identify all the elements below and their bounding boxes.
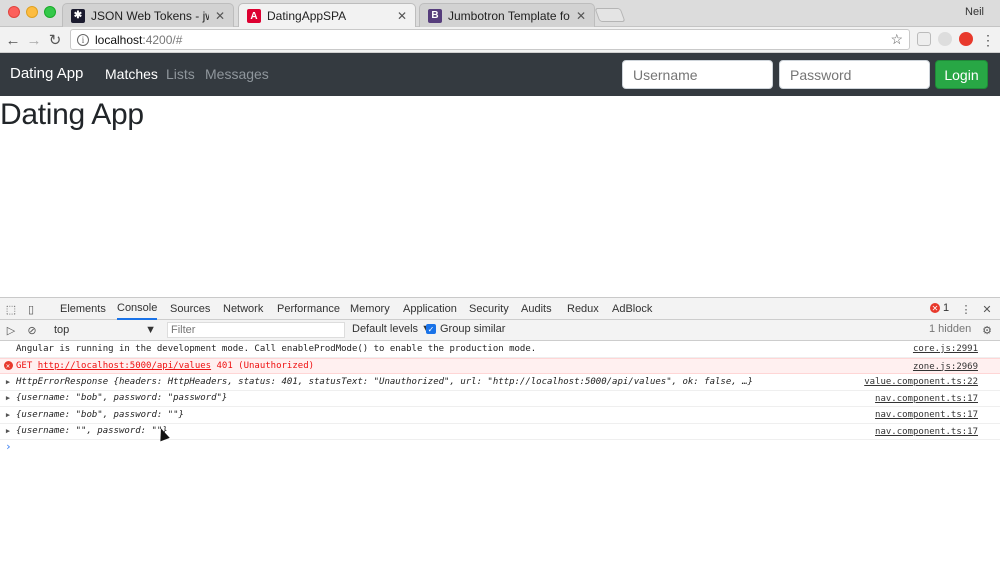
username-input[interactable] [622, 60, 773, 89]
menu-kebab-icon[interactable]: ⋮ [978, 30, 998, 50]
nav-matches[interactable]: Matches [105, 66, 158, 82]
nav-lists[interactable]: Lists [166, 66, 195, 82]
source-link[interactable]: nav.component.ts:17 [875, 394, 978, 404]
tab-console[interactable]: Console [117, 298, 158, 320]
page-title: Dating App [0, 98, 144, 131]
minimize-window-button[interactable] [26, 6, 38, 18]
device-toolbar-icon[interactable]: ▯ [24, 302, 38, 316]
tab-sources[interactable]: Sources [170, 298, 210, 320]
reload-icon[interactable]: ↻ [45, 30, 65, 50]
maximize-window-button[interactable] [44, 6, 56, 18]
source-link[interactable]: nav.component.ts:17 [875, 427, 978, 437]
password-input[interactable] [779, 60, 930, 89]
console-filter-input[interactable] [167, 322, 345, 338]
context-select[interactable]: top ▼ [50, 322, 160, 338]
bookmark-star-icon[interactable]: ☆ [890, 31, 903, 48]
inspect-element-icon[interactable]: ⬚ [4, 302, 18, 316]
browser-window: ✱ JSON Web Tokens - jwt.io ✕ A DatingApp… [0, 0, 1000, 561]
tab-security[interactable]: Security [469, 298, 509, 320]
new-tab-button[interactable] [594, 8, 626, 22]
app-navbar: Dating App Matches Lists Messages Login [0, 53, 1000, 96]
tab-jwt[interactable]: ✱ JSON Web Tokens - jwt.io ✕ [62, 3, 234, 27]
tab-elements[interactable]: Elements [60, 298, 106, 320]
expand-triangle-icon[interactable]: ▶ [0, 378, 16, 386]
console-message: Angular is running in the development mo… [0, 341, 1000, 358]
hidden-count: 1 hidden [929, 323, 972, 335]
profile-name[interactable]: Neil [965, 6, 984, 18]
opera-extension-icon[interactable] [959, 32, 973, 46]
tab-adblock[interactable]: AdBlock [612, 298, 652, 320]
tab-memory[interactable]: Memory [350, 298, 390, 320]
tab-redux[interactable]: Redux [567, 298, 599, 320]
error-url[interactable]: http://localhost:5000/api/values [38, 361, 211, 371]
address-bar[interactable]: i localhost:4200/# ☆ [70, 29, 910, 50]
browser-toolbar: ← → ↻ i localhost:4200/# ☆ ⋮ [0, 27, 1000, 53]
angular-icon: A [247, 9, 261, 23]
nav-messages[interactable]: Messages [205, 66, 269, 82]
console-object-row[interactable]: ▶ {username: "bob", password: ""} nav.co… [0, 407, 1000, 424]
extension-icon[interactable] [938, 32, 952, 46]
back-icon[interactable]: ← [3, 30, 23, 50]
forward-icon[interactable]: → [24, 30, 44, 50]
error-icon: ✕ [930, 303, 940, 313]
console-prompt[interactable]: › [0, 440, 1000, 454]
tab-audits[interactable]: Audits [521, 298, 552, 320]
source-link[interactable]: zone.js:2969 [913, 362, 978, 372]
bootstrap-icon: B [428, 8, 442, 23]
close-tab-icon[interactable]: ✕ [215, 9, 225, 23]
error-suffix: 401 (Unauthorized) [211, 360, 315, 371]
console-error: ✕ GET http://localhost:5000/api/values 4… [0, 357, 1000, 374]
extension-icon[interactable] [917, 32, 931, 46]
tab-strip: ✱ JSON Web Tokens - jwt.io ✕ A DatingApp… [0, 0, 1000, 28]
tab-application[interactable]: Application [403, 298, 457, 320]
expand-triangle-icon[interactable]: ▶ [0, 394, 16, 402]
console-object-row[interactable]: ▶ {username: "", password: ""} nav.compo… [0, 424, 1000, 440]
error-icon: ✕ [3, 361, 13, 371]
group-similar-toggle[interactable]: ✓ Group similar [426, 323, 505, 335]
devtools-tab-bar: ⬚ ▯ Elements Console Sources Network Per… [0, 298, 1000, 320]
expand-triangle-icon[interactable]: ▶ [0, 427, 16, 435]
close-tab-icon[interactable]: ✕ [397, 9, 407, 23]
close-window-button[interactable] [8, 6, 20, 18]
login-button[interactable]: Login [935, 60, 988, 89]
tab-jumbotron[interactable]: B Jumbotron Template for Boots ✕ [419, 3, 595, 27]
expand-triangle-icon[interactable]: ▶ [0, 411, 16, 419]
source-link[interactable]: core.js:2991 [913, 344, 978, 354]
console-output: Angular is running in the development mo… [0, 341, 1000, 454]
brand-link[interactable]: Dating App [10, 65, 83, 82]
console-object-row[interactable]: ▶ HttpErrorResponse {headers: HttpHeader… [0, 374, 1000, 391]
close-tab-icon[interactable]: ✕ [576, 9, 586, 23]
tab-performance[interactable]: Performance [277, 298, 340, 320]
devtools-panel: ⬚ ▯ Elements Console Sources Network Per… [0, 297, 1000, 561]
jwt-icon: ✱ [71, 8, 85, 23]
error-prefix: GET [16, 360, 38, 371]
close-devtools-icon[interactable]: ✕ [980, 302, 994, 316]
info-icon[interactable]: i [77, 33, 89, 46]
devtools-menu-icon[interactable]: ⋮ [959, 302, 973, 316]
clear-console-icon[interactable]: ⊘ [25, 323, 39, 337]
tab-network[interactable]: Network [223, 298, 263, 320]
log-levels-dropdown[interactable]: Default levels ▼ [352, 323, 432, 335]
checkbox-checked-icon[interactable]: ✓ [426, 324, 436, 334]
console-object-row[interactable]: ▶ {username: "bob", password: "password"… [0, 391, 1000, 407]
console-filter-bar: ▷ ⊘ top ▼ Default levels ▼ ✓ Group simil… [0, 320, 1000, 341]
error-counter[interactable]: ✕ 1 [930, 302, 949, 314]
tab-datingappspa[interactable]: A DatingAppSPA ✕ [238, 3, 416, 28]
dropdown-arrow-icon: ▼ [145, 324, 156, 336]
console-settings-gear-icon[interactable]: ⚙ [980, 323, 994, 337]
source-link[interactable]: value.component.ts:22 [864, 377, 978, 387]
source-link[interactable]: nav.component.ts:17 [875, 410, 978, 420]
sidebar-toggle-icon[interactable]: ▷ [4, 323, 18, 337]
